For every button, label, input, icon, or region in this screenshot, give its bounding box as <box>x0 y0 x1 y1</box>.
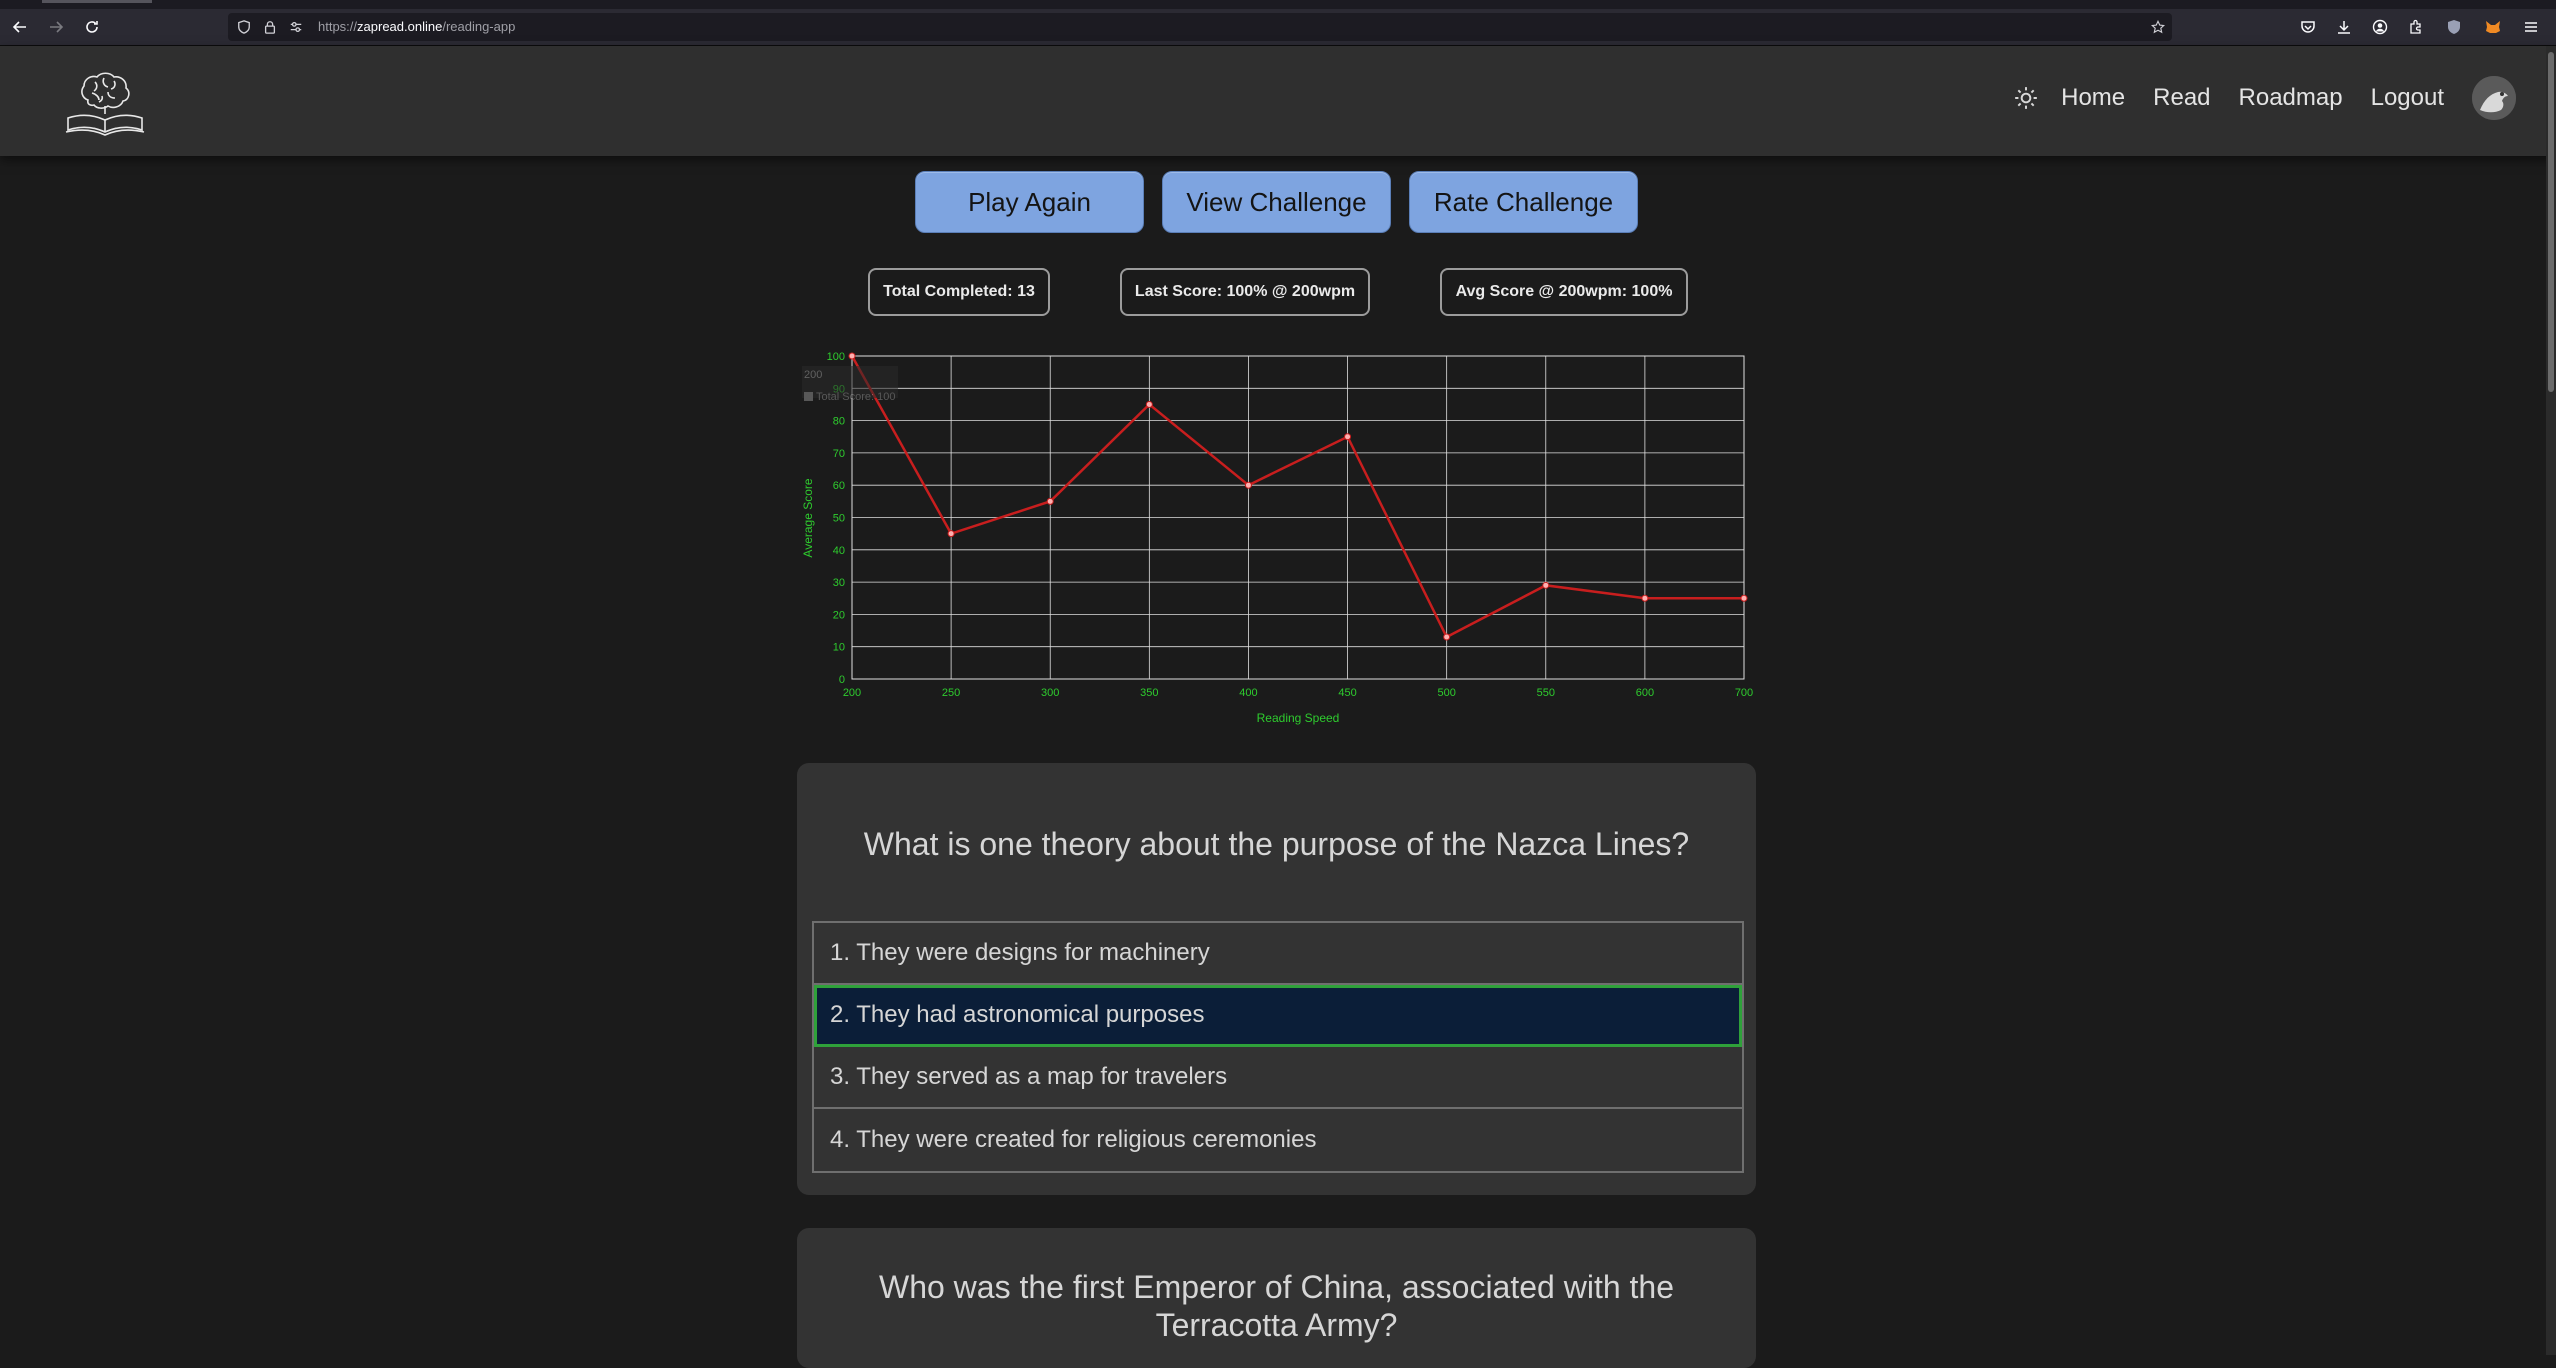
brain-book-logo-icon[interactable] <box>62 66 148 138</box>
chart-data-point[interactable] <box>1542 581 1550 589</box>
chart-x-tick-label: 350 <box>1140 687 1158 699</box>
question-title: What is one theory about the purpose of … <box>863 826 1690 862</box>
question-card-1: What is one theory about the purpose of … <box>797 763 1756 1195</box>
avg-score-stat: Avg Score @ 200wpm: 100% <box>1440 268 1688 316</box>
lock-icon[interactable] <box>262 19 278 35</box>
chart-data-point[interactable] <box>1344 433 1352 441</box>
answer-option-2[interactable]: 2. They had astronomical purposes <box>814 985 1742 1047</box>
total-completed-stat: Total Completed: 13 <box>868 268 1050 316</box>
answer-option-4[interactable]: 4. They were created for religious cerem… <box>814 1109 1742 1171</box>
page-scrollbar[interactable] <box>2546 46 2556 1355</box>
chart-y-tick-label: 60 <box>833 480 845 492</box>
chart-x-axis-label: Reading Speed <box>1257 711 1340 725</box>
menu-icon[interactable] <box>2520 15 2542 39</box>
chart-x-tick-label: 400 <box>1239 687 1257 699</box>
privacy-badger-icon[interactable] <box>2443 15 2465 39</box>
extensions-icon[interactable] <box>2405 15 2427 39</box>
metamask-fox-icon[interactable] <box>2482 15 2504 39</box>
theme-toggle-sun-icon[interactable] <box>2013 85 2039 111</box>
downloads-icon[interactable] <box>2333 15 2355 39</box>
rate-challenge-button[interactable]: Rate Challenge <box>1409 171 1638 233</box>
nav-read-link[interactable]: Read <box>2153 84 2210 112</box>
chart-y-tick-label: 80 <box>833 416 845 428</box>
active-tab-indicator[interactable] <box>42 0 152 3</box>
browser-toolbar: https://zapread.online/reading-app <box>0 9 2556 46</box>
chart-data-point[interactable] <box>1145 400 1153 408</box>
url-bar[interactable]: https://zapread.online/reading-app <box>228 13 2172 41</box>
chart-data-point[interactable] <box>1641 594 1649 602</box>
chart-x-tick-label: 200 <box>843 687 861 699</box>
chart-data-point[interactable] <box>1740 594 1748 602</box>
chart-y-tick-label: 40 <box>833 545 845 557</box>
chart-x-tick-label: 600 <box>1636 687 1654 699</box>
url-text[interactable]: https://zapread.online/reading-app <box>318 19 515 34</box>
chart-y-tick-label: 50 <box>833 513 845 525</box>
permissions-icon[interactable] <box>288 19 304 35</box>
chart-data-point[interactable] <box>1046 497 1054 505</box>
nav-roadmap-link[interactable]: Roadmap <box>2239 84 2343 112</box>
chart-tooltip-title: 200 <box>804 369 822 381</box>
answer-options: 1. They were designs for machinery 2. Th… <box>812 921 1744 1173</box>
chart-x-tick-label: 700 <box>1735 687 1753 699</box>
chart-data-point[interactable] <box>1443 633 1451 641</box>
last-score-stat: Last Score: 100% @ 200wpm <box>1120 268 1370 316</box>
chart-tooltip: 200 Total Score: 100 <box>802 366 898 403</box>
chart-y-tick-label: 30 <box>833 577 845 589</box>
chart-y-tick-label: 70 <box>833 448 845 460</box>
nav-logout-link[interactable]: Logout <box>2371 84 2444 112</box>
chart-x-tick-label: 550 <box>1537 687 1555 699</box>
chart-data-point[interactable] <box>947 530 955 538</box>
question-card-2: Who was the first Emperor of China, asso… <box>797 1228 1756 1368</box>
question-title: Who was the first Emperor of China, asso… <box>878 1269 1674 1343</box>
back-icon[interactable] <box>8 15 32 39</box>
site-header: Home Read Roadmap Logout <box>0 46 2556 156</box>
chart-y-tick-label: 10 <box>833 642 845 654</box>
chart-y-tick-label: 20 <box>833 609 845 621</box>
pocket-icon[interactable] <box>2297 15 2319 39</box>
chart-y-axis-label: Average Score <box>801 478 815 557</box>
chart-x-tick-label: 450 <box>1338 687 1356 699</box>
score-by-speed-chart: 0102030405060708090100200250300350400450… <box>801 351 1753 725</box>
chart-y-tick-label: 100 <box>827 351 845 363</box>
view-challenge-button[interactable]: View Challenge <box>1162 171 1391 233</box>
chart-y-tick-label: 0 <box>839 674 845 686</box>
bookmark-star-icon[interactable] <box>2150 19 2166 35</box>
user-avatar[interactable] <box>2472 76 2516 120</box>
action-buttons: Play Again View Challenge Rate Challenge <box>915 171 1638 233</box>
chart-x-tick-label: 500 <box>1437 687 1455 699</box>
chart-x-tick-label: 300 <box>1041 687 1059 699</box>
account-icon[interactable] <box>2369 15 2391 39</box>
chart-data-point[interactable] <box>1244 481 1252 489</box>
chart-data-point[interactable] <box>848 352 856 360</box>
chart-tooltip-swatch <box>804 392 813 401</box>
answer-option-1[interactable]: 1. They were designs for machinery <box>814 923 1742 985</box>
answer-option-3[interactable]: 3. They served as a map for travelers <box>814 1047 1742 1109</box>
browser-tab-strip <box>0 0 2556 9</box>
scrollbar-thumb[interactable] <box>2548 52 2554 392</box>
nav-home-link[interactable]: Home <box>2061 84 2125 112</box>
chart-tooltip-line: Total Score: 100 <box>816 391 896 403</box>
forward-icon[interactable] <box>44 15 68 39</box>
chart-x-tick-label: 250 <box>942 687 960 699</box>
tracking-shield-icon[interactable] <box>236 19 252 35</box>
play-again-button[interactable]: Play Again <box>915 171 1144 233</box>
reload-icon[interactable] <box>80 15 104 39</box>
main-nav: Home Read Roadmap Logout <box>2013 76 2526 120</box>
